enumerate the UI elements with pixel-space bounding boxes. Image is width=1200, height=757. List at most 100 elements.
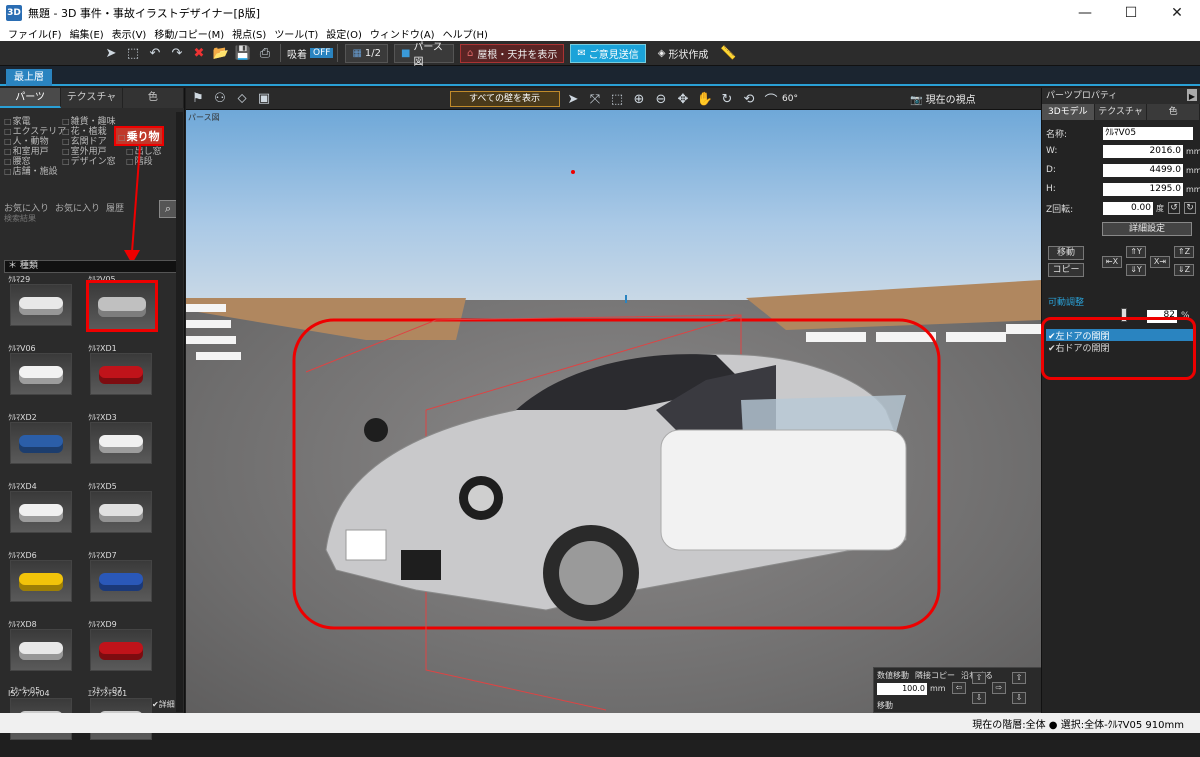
tab-color-props[interactable]: 色 xyxy=(1147,104,1200,120)
move-x-plus-button[interactable]: X⇥ xyxy=(1150,256,1170,268)
menu-settings[interactable]: 設定(O) xyxy=(322,26,366,41)
ruler-icon[interactable]: 📏 xyxy=(718,43,738,63)
parts-scrollbar[interactable] xyxy=(176,112,183,712)
hand-icon[interactable]: ✋ xyxy=(695,89,715,109)
width-unit: mm xyxy=(1186,146,1200,156)
move-y-plus-button[interactable]: ⇑Y xyxy=(1126,246,1146,258)
parts-thumbnail[interactable]: ｸﾙﾏXD2 xyxy=(4,412,84,481)
roof-toggle-button[interactable]: ⌂ 屋根・天井を表示 xyxy=(459,43,565,63)
parts-thumbnail[interactable]: ｸﾙﾏV06 xyxy=(4,343,84,412)
category-item[interactable]: 店舗・施設 xyxy=(4,164,58,177)
move-z-plus-button[interactable]: ⇑Z xyxy=(1174,246,1194,258)
parts-thumbnail[interactable]: ｸﾙﾏXD3 xyxy=(84,412,164,481)
detail-settings-button[interactable]: 詳細設定 xyxy=(1102,222,1192,236)
minimize-icon[interactable]: — xyxy=(1062,0,1108,25)
parts-thumbnail[interactable]: ｸﾙﾏXD6 xyxy=(4,550,84,619)
depth-field[interactable]: 4499.0 xyxy=(1103,163,1183,177)
maximize-icon[interactable]: ☐ xyxy=(1108,0,1154,25)
thumbnail-image xyxy=(10,491,72,533)
parts-thumbnail[interactable]: ｸﾙﾏXD5 xyxy=(84,481,164,550)
3d-viewport[interactable]: パース図 数値移動 隣接コピー 100.0 mm 移動 ⇦ ⇧ ⇩ ⇨ ⇧ ⇩ xyxy=(186,110,1041,713)
menu-edit[interactable]: 編集(E) xyxy=(66,26,108,41)
menu-view[interactable]: 表示(V) xyxy=(108,26,151,41)
parts-thumbnail[interactable]: ｸﾙﾏXD8 xyxy=(4,619,84,688)
close-icon[interactable]: ✕ xyxy=(1154,0,1200,25)
move-distance-input[interactable]: 100.0 xyxy=(877,683,927,695)
move-button[interactable]: 移動 xyxy=(1048,246,1084,260)
zoom-in-icon[interactable]: ⊕ xyxy=(629,89,649,109)
feedback-button[interactable]: ✉ ご意見送信 xyxy=(570,43,646,63)
menu-file[interactable]: ファイル(F) xyxy=(4,26,66,41)
move-x-minus-button[interactable]: ⇤X xyxy=(1102,256,1122,268)
select-arrow-icon[interactable]: ➤ xyxy=(101,43,121,63)
move-up-y-button[interactable]: ⇧ xyxy=(972,672,986,684)
favorites-checkbox-2[interactable]: お気に入り xyxy=(55,201,100,214)
parts-thumbnail[interactable]: ｸﾙﾏXD9 xyxy=(84,619,164,688)
rotate-icon[interactable]: ↻ xyxy=(717,89,737,109)
rotate-cw-icon[interactable]: ↻ xyxy=(1184,202,1196,214)
history-checkbox[interactable]: 履歴 xyxy=(106,201,124,214)
width-field[interactable]: 2016.0 xyxy=(1103,144,1183,158)
move-left-x-button[interactable]: ⇦ xyxy=(952,682,966,694)
tab-color[interactable]: 色 xyxy=(122,88,184,108)
menu-viewpoint[interactable]: 視点(S) xyxy=(228,26,270,41)
parts-thumbnail[interactable]: ｸﾙﾏXD1 xyxy=(84,343,164,412)
fov-value[interactable]: 60° xyxy=(782,89,798,109)
tab-3d-model[interactable]: 3Dモデル xyxy=(1042,104,1095,120)
delete-icon[interactable]: ✖ xyxy=(189,43,209,63)
camera-icon[interactable]: ▣ xyxy=(254,89,274,109)
category-vehicles[interactable]: 乗り物 xyxy=(114,126,164,146)
move-up-z-button[interactable]: ⇧ xyxy=(1012,672,1026,684)
zoom-region-icon[interactable]: ⬚ xyxy=(607,89,627,109)
open-folder-icon[interactable]: 📂 xyxy=(211,43,231,63)
orbit-icon[interactable]: ⟲ xyxy=(739,89,759,109)
pan-icon[interactable]: ✥ xyxy=(673,89,693,109)
person-icon[interactable]: ⚇ xyxy=(210,89,230,109)
height-field[interactable]: 1295.0 xyxy=(1103,182,1183,196)
redo-icon[interactable]: ↷ xyxy=(167,43,187,63)
move-option-adjacent-copy[interactable]: 隣接コピー xyxy=(915,670,955,681)
menu-move-copy[interactable]: 移動/コピー(M) xyxy=(150,26,228,41)
current-viewpoint-select[interactable]: 📷 現在の視点 xyxy=(910,91,1035,107)
name-field[interactable]: ｸﾙﾏV05 xyxy=(1103,126,1193,140)
rotation-field[interactable]: 0.00 xyxy=(1103,201,1153,215)
walk-icon[interactable]: ⚑ xyxy=(188,89,208,109)
fit-view-icon[interactable]: ⤧ xyxy=(585,89,605,109)
undo-icon[interactable]: ↶ xyxy=(145,43,165,63)
tab-parts[interactable]: パーツ xyxy=(0,88,62,108)
grid-select[interactable]: ▦ 1/2 xyxy=(345,43,388,63)
parts-thumbnail[interactable]: ｸﾙﾏXD7 xyxy=(84,550,164,619)
type-select[interactable]: ＊ 種類 xyxy=(4,260,180,273)
menu-tools[interactable]: ツール(T) xyxy=(270,26,322,41)
parts-thumbnail[interactable]: ｸﾙﾏ29 xyxy=(4,274,84,343)
move-option-numeric[interactable]: 数値移動 xyxy=(877,670,909,681)
show-all-walls-button[interactable]: すべての壁を表示 xyxy=(450,91,560,107)
pointer-icon[interactable]: ➤ xyxy=(563,89,583,109)
copy-button[interactable]: コピー xyxy=(1048,263,1084,277)
rotate-ccw-icon[interactable]: ↺ xyxy=(1168,202,1180,214)
fov-icon[interactable]: ⌒ xyxy=(761,89,781,109)
print-icon[interactable]: ⎙ xyxy=(255,43,275,63)
shape-create-button[interactable]: ◈ 形状作成 xyxy=(652,44,715,63)
tab-top-layer[interactable]: 最上層 xyxy=(6,69,52,86)
category-item[interactable]: デザイン窓 xyxy=(62,154,116,167)
route-icon[interactable]: ⬦ xyxy=(232,89,252,109)
move-down-y-button[interactable]: ⇩ xyxy=(972,692,986,704)
snap-toggle[interactable]: OFF xyxy=(310,48,334,58)
zoom-out-icon[interactable]: ⊖ xyxy=(651,89,671,109)
move-y-minus-button[interactable]: ⇓Y xyxy=(1126,264,1146,276)
tab-texture[interactable]: テクスチャ xyxy=(61,88,123,108)
view-mode-select[interactable]: ■ パース図 xyxy=(393,42,454,68)
move-z-minus-button[interactable]: ⇓Z xyxy=(1174,264,1194,276)
car-model[interactable] xyxy=(325,353,907,621)
detail-checkbox[interactable]: ✔詳細 xyxy=(152,699,175,710)
tab-texture-props[interactable]: テクスチャ xyxy=(1094,104,1148,120)
multi-select-icon[interactable]: ⬚ xyxy=(123,43,143,63)
collapse-icon[interactable]: ▶ xyxy=(1187,89,1197,101)
parts-thumbnail[interactable]: ｸﾙﾏXD4 xyxy=(4,481,84,550)
save-icon[interactable]: 💾 xyxy=(233,43,253,63)
move-right-x-button[interactable]: ⇨ xyxy=(992,682,1006,694)
move-down-z-button[interactable]: ⇩ xyxy=(1012,692,1026,704)
parts-thumbnail[interactable]: ｸﾙﾏV05 xyxy=(84,274,164,343)
search-icon[interactable]: ⌕ xyxy=(159,200,177,218)
